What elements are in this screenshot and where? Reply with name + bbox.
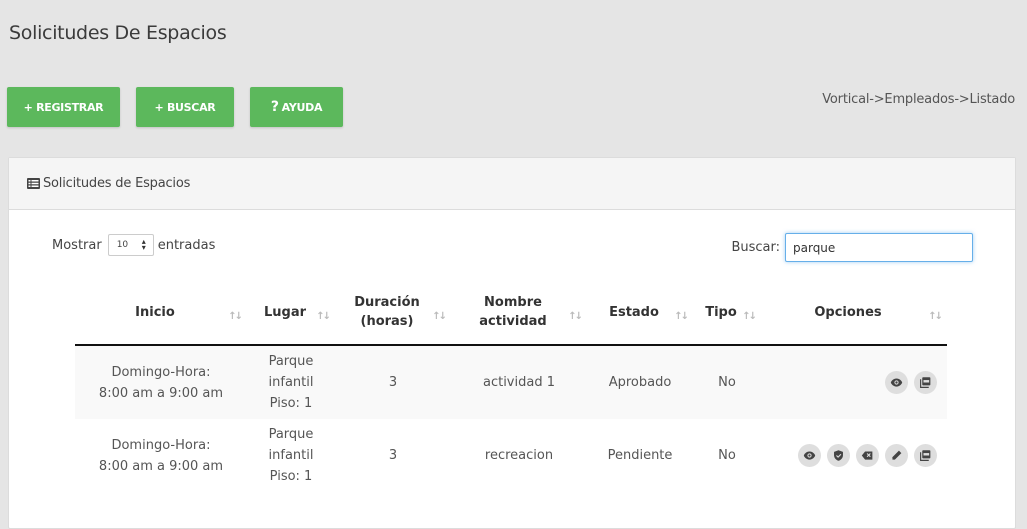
requests-panel: Solicitudes de Espacios Mostrar 10 ▴ ▾ en… xyxy=(8,157,1016,529)
eye-icon xyxy=(803,451,816,460)
search-control: Buscar: xyxy=(731,233,973,262)
cell-duracion: 3 xyxy=(335,345,451,419)
cell-estado: Aprobado xyxy=(587,345,693,419)
search-input[interactable] xyxy=(785,233,973,262)
sort-icon: ↑↓ xyxy=(928,311,943,322)
header-label: Nombre xyxy=(484,295,542,310)
entries-select[interactable]: 10 ▴ ▾ xyxy=(107,234,154,256)
length-control: Mostrar 10 ▴ ▾ entradas xyxy=(52,234,215,256)
column-header-opciones[interactable]: Opciones ↑↓ xyxy=(761,280,947,346)
header-label: Tipo xyxy=(705,304,737,320)
table-row: Domingo-Hora: 8:00 am a 9:00 am Parque inf… xyxy=(75,345,947,419)
cell-duracion: 3 xyxy=(388,448,398,463)
pencil-icon xyxy=(892,450,902,460)
panel-heading: Solicitudes de Espacios xyxy=(9,158,1015,210)
sort-icon: ↑↓ xyxy=(432,311,447,322)
cell-lugar: Parque infantil Piso: 1 xyxy=(247,345,335,419)
header-label: Inicio xyxy=(135,304,175,320)
cell-tipo: No xyxy=(693,345,761,419)
view-button[interactable] xyxy=(885,371,908,394)
cell-estado: Pendiente xyxy=(607,448,673,463)
cell-lugar: Parque infantil Piso: 1 xyxy=(268,427,314,484)
pdf-button[interactable] xyxy=(914,444,937,467)
edit-button[interactable] xyxy=(885,444,908,467)
list-icon xyxy=(27,178,40,189)
view-button[interactable] xyxy=(798,444,821,467)
cell-opciones xyxy=(761,419,947,492)
breadcrumb: Vortical->Empleados->Listado xyxy=(822,92,1015,107)
pdf-icon xyxy=(920,377,931,388)
header-label: Opciones xyxy=(814,304,882,320)
requests-table: Inicio ↑↓ Lugar ↑↓ Duración (horas) ↑↓ N… xyxy=(75,280,947,492)
sort-icon: ↑↓ xyxy=(568,311,583,322)
select-caret-icon: ▴ ▾ xyxy=(141,237,146,252)
cell-nombre: recreacion xyxy=(484,448,554,463)
column-header-inicio[interactable]: Inicio ↑↓ xyxy=(75,280,247,346)
help-icon: ? xyxy=(270,99,279,115)
sort-icon: ↑↓ xyxy=(228,311,243,322)
header-label: Duración xyxy=(354,295,420,310)
column-header-estado[interactable]: Estado ↑↓ xyxy=(587,280,693,346)
pdf-button[interactable] xyxy=(914,371,937,394)
shield-icon xyxy=(834,450,843,461)
cell-inicio: Domingo-Hora: 8:00 am a 9:00 am xyxy=(98,437,224,474)
eye-icon xyxy=(890,378,903,387)
length-suffix: entradas xyxy=(157,237,216,253)
column-header-tipo[interactable]: Tipo ↑↓ xyxy=(693,280,761,346)
table-row: Domingo-Hora: 8:00 am a 9:00 am Parque inf… xyxy=(75,419,947,492)
sort-icon: ↑↓ xyxy=(742,311,757,322)
column-header-nombre[interactable]: Nombre actividad ↑↓ xyxy=(451,280,587,346)
sort-icon: ↑↓ xyxy=(316,311,331,322)
search-button[interactable]: + BUSCAR xyxy=(136,87,234,127)
header-label: actividad xyxy=(479,314,547,329)
header-label: (horas) xyxy=(360,314,414,329)
header-label: Lugar xyxy=(263,304,307,320)
pdf-icon xyxy=(920,450,931,461)
cell-nombre: actividad 1 xyxy=(451,345,587,419)
length-prefix: Mostrar xyxy=(52,237,102,253)
approve-button[interactable] xyxy=(827,444,850,467)
column-header-lugar[interactable]: Lugar ↑↓ xyxy=(247,280,335,346)
cell-inicio: Domingo-Hora: 8:00 am a 9:00 am xyxy=(75,345,247,419)
panel-title: Solicitudes de Espacios xyxy=(43,176,191,191)
entries-select-value: 10 xyxy=(116,240,129,250)
cell-opciones xyxy=(761,345,947,419)
help-button[interactable]: ? AYUDA xyxy=(250,87,343,127)
delete-button[interactable] xyxy=(856,444,879,467)
help-label: AYUDA xyxy=(281,100,323,114)
search-label: Buscar: xyxy=(731,240,780,255)
header-label: Estado xyxy=(609,304,659,320)
page-title: Solicitudes De Espacios xyxy=(9,22,227,44)
sort-icon: ↑↓ xyxy=(674,311,689,322)
register-button[interactable]: + REGISTRAR xyxy=(7,87,120,127)
delete-icon xyxy=(861,451,873,460)
column-header-duracion[interactable]: Duración (horas) ↑↓ xyxy=(335,280,451,346)
cell-tipo: No xyxy=(718,448,736,463)
